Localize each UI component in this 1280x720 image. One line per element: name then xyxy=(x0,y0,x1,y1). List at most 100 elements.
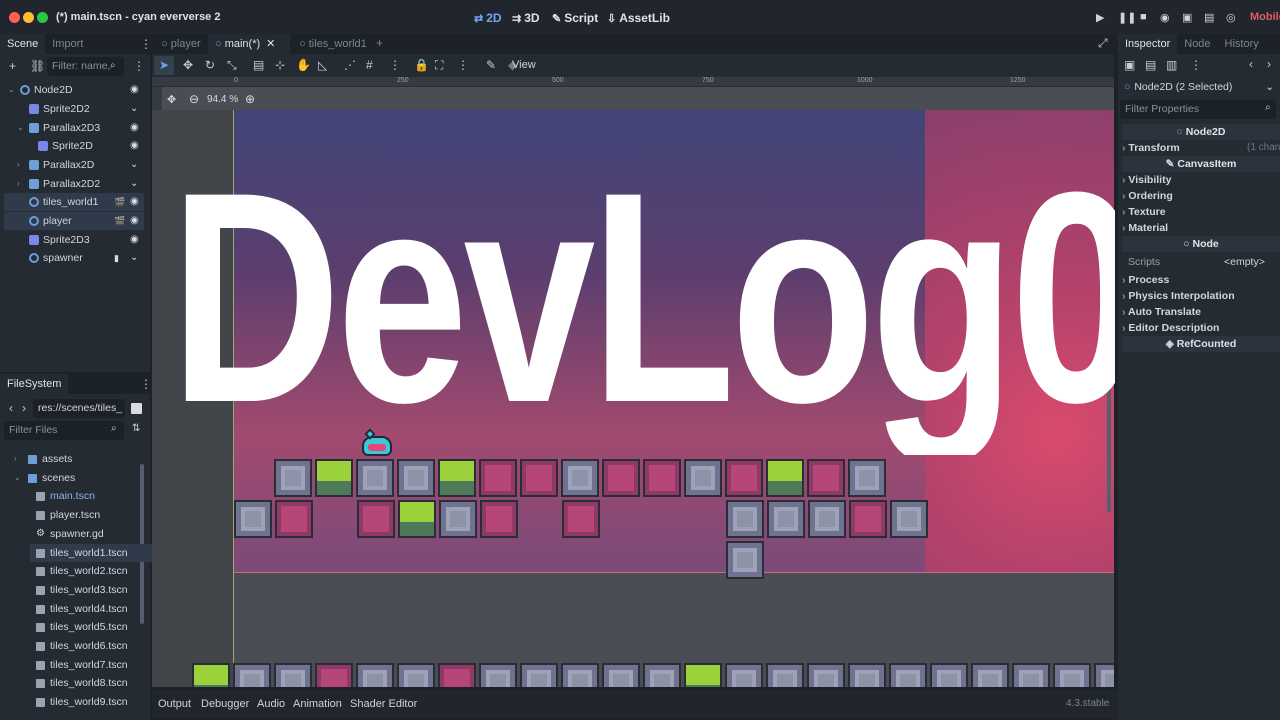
history-forward-icon[interactable]: › xyxy=(1267,57,1271,71)
renderer-selector[interactable]: Mobile xyxy=(1250,11,1280,23)
file-item[interactable]: tiles_world1.tscn xyxy=(30,543,162,562)
pause-icon[interactable]: ❚❚ xyxy=(1118,11,1136,24)
mode-2d-button[interactable]: ⇄ 2D xyxy=(474,11,502,25)
forward-icon[interactable]: › xyxy=(22,401,26,415)
visibility-icon[interactable]: ◉ xyxy=(130,81,139,99)
wrench-icon[interactable]: ✎ xyxy=(486,58,496,72)
dock-menu-icon[interactable]: ⋮ xyxy=(140,377,152,391)
link-icon[interactable]: ⛓ xyxy=(30,59,45,73)
move-icon[interactable]: ✥ xyxy=(183,58,193,72)
tab-scene[interactable]: Scene xyxy=(0,34,46,54)
file-item[interactable]: player.tscn xyxy=(30,506,162,524)
scene-tree-item[interactable]: Sprite2D ◉ xyxy=(4,137,144,155)
script-icon[interactable]: ▮ xyxy=(114,249,119,267)
scripts-value[interactable]: <empty> xyxy=(1224,254,1265,270)
mode-assetlib-button[interactable]: ⇩ AssetLib xyxy=(607,11,670,25)
pan-icon[interactable]: ✋ xyxy=(296,58,311,72)
inspector-group-transform[interactable]: › Transform (1 chan xyxy=(1122,140,1280,156)
chevron-down-icon[interactable]: ⌄ xyxy=(14,469,21,487)
add-tab-icon[interactable]: + xyxy=(376,36,383,50)
selected-node-dropdown[interactable]: ○ Node2D (2 Selected) ⌄ xyxy=(1120,78,1278,97)
list-select-icon[interactable]: ▤ xyxy=(253,58,264,72)
file-item[interactable]: tiles_world4.tscn xyxy=(30,600,162,618)
instance-icon[interactable]: 🎬 xyxy=(114,212,125,230)
stop-icon[interactable]: ■ xyxy=(1140,11,1147,23)
file-item[interactable]: ⚙ spawner.gd xyxy=(30,525,162,543)
scene-tree-item[interactable]: ⌄ Parallax2D3 ◉ xyxy=(4,119,144,137)
inspector-property-scripts[interactable]: Scripts <empty> xyxy=(1122,254,1280,270)
folder-item[interactable]: › assets xyxy=(14,450,146,468)
sort-icon[interactable]: ⇅ xyxy=(132,423,140,434)
inspector-group-physics-interpolation[interactable]: › Physics Interpolation xyxy=(1122,288,1280,304)
play-scene-icon[interactable]: ▣ xyxy=(1182,11,1192,24)
tab-shader-editor[interactable]: Shader Editor xyxy=(350,698,417,710)
play-icon[interactable]: ▶ xyxy=(1096,11,1104,24)
filter-properties-input[interactable]: Filter Properties xyxy=(1120,100,1276,119)
scene-tree-item[interactable]: tiles_world1 🎬 ◉ xyxy=(4,193,144,211)
pivot-icon[interactable]: ⊹ xyxy=(275,58,285,72)
new-resource-icon[interactable]: ▣ xyxy=(1124,58,1135,72)
folder-item[interactable]: ⌄ scenes xyxy=(14,469,146,487)
grid-snap-icon[interactable]: # xyxy=(366,58,373,72)
inspector-group-visibility[interactable]: › Visibility xyxy=(1122,172,1280,188)
file-item[interactable]: tiles_world5.tscn xyxy=(30,618,162,636)
tab-main[interactable]: ○ main(*) ✕ xyxy=(208,34,290,54)
inspector-group-auto-translate[interactable]: › Auto Translate xyxy=(1122,304,1280,320)
visibility-icon[interactable]: ⌄ xyxy=(130,175,138,193)
close-tab-icon[interactable]: ✕ xyxy=(266,38,275,50)
dock-menu-icon[interactable]: ⋮ xyxy=(140,37,152,51)
instance-icon[interactable]: 🎬 xyxy=(114,193,125,211)
file-item[interactable]: tiles_world8.tscn xyxy=(30,674,162,692)
tab-output[interactable]: Output xyxy=(158,698,191,710)
maximize-window-button[interactable] xyxy=(37,12,48,23)
path-field[interactable]: res://scenes/tiles_ xyxy=(33,399,125,418)
file-item[interactable]: tiles_world2.tscn xyxy=(30,562,162,580)
snap-icon[interactable]: ⋰ xyxy=(344,58,356,72)
remote-debug-icon[interactable]: ◉ xyxy=(1160,11,1170,24)
visibility-icon[interactable]: ◉ xyxy=(130,193,139,211)
history-back-icon[interactable]: ‹ xyxy=(1249,57,1253,71)
skeleton-options-icon[interactable]: ⋮ xyxy=(457,58,469,72)
mode-script-button[interactable]: ✎ Script xyxy=(552,11,598,25)
visibility-icon[interactable]: ◉ xyxy=(130,119,139,137)
inspector-group-texture[interactable]: › Texture xyxy=(1122,204,1280,220)
tab-audio[interactable]: Audio xyxy=(257,698,285,710)
scene-tree-item[interactable]: Sprite2D3 ◉ xyxy=(4,231,144,249)
scene-tree-item[interactable]: ⌄ Node2D ◉ xyxy=(4,81,144,99)
view-menu[interactable]: View xyxy=(512,59,536,71)
tab-tiles-world1[interactable]: ○ tiles_world1 xyxy=(292,34,374,54)
extra-options-icon[interactable]: ⋮ xyxy=(1190,58,1202,72)
inspector-group-material[interactable]: › Material xyxy=(1122,220,1280,236)
scene-tree-item[interactable]: player 🎬 ◉ xyxy=(4,212,144,230)
tab-node[interactable]: Node xyxy=(1177,34,1217,54)
lock-icon[interactable]: 🔒 xyxy=(414,58,429,72)
chevron-right-icon[interactable]: › xyxy=(17,156,27,174)
split-mode-icon[interactable] xyxy=(131,403,142,414)
chevron-right-icon[interactable]: › xyxy=(14,450,17,468)
scene-options-icon[interactable]: ⋮ xyxy=(133,59,145,73)
visibility-icon[interactable]: ⌄ xyxy=(130,100,138,118)
scene-tree-item[interactable]: spawner ▮ ⌄ xyxy=(4,249,144,267)
rotate-icon[interactable]: ↻ xyxy=(205,58,215,72)
scene-tree-item[interactable]: › Parallax2D ⌄ xyxy=(4,156,144,174)
back-icon[interactable]: ‹ xyxy=(9,401,13,415)
tab-animation[interactable]: Animation xyxy=(293,698,342,710)
chevron-down-icon[interactable]: ⌄ xyxy=(8,81,18,99)
add-node-icon[interactable]: + xyxy=(9,59,16,73)
tab-inspector[interactable]: Inspector xyxy=(1118,34,1178,54)
file-item[interactable]: main.tscn xyxy=(30,487,162,505)
tab-history[interactable]: History xyxy=(1218,34,1266,54)
close-window-button[interactable] xyxy=(9,12,20,23)
distraction-free-icon[interactable]: ⤢ xyxy=(1098,36,1108,51)
scene-tree-item[interactable]: Sprite2D2 ⌄ xyxy=(4,100,144,118)
scene-tree-item[interactable]: › Parallax2D2 ⌄ xyxy=(4,175,144,193)
tab-filesystem[interactable]: FileSystem xyxy=(0,374,69,394)
ruler-icon[interactable]: ◺ xyxy=(318,58,327,72)
scale-icon[interactable]: ⤡ xyxy=(227,58,237,73)
open-resource-icon[interactable]: ▤ xyxy=(1145,58,1156,72)
minimize-window-button[interactable] xyxy=(23,12,34,23)
visibility-icon[interactable]: ⌄ xyxy=(130,156,138,174)
tab-import[interactable]: Import xyxy=(45,34,90,54)
file-item[interactable]: tiles_world6.tscn xyxy=(30,637,162,655)
tab-player[interactable]: ○ player xyxy=(154,34,208,54)
